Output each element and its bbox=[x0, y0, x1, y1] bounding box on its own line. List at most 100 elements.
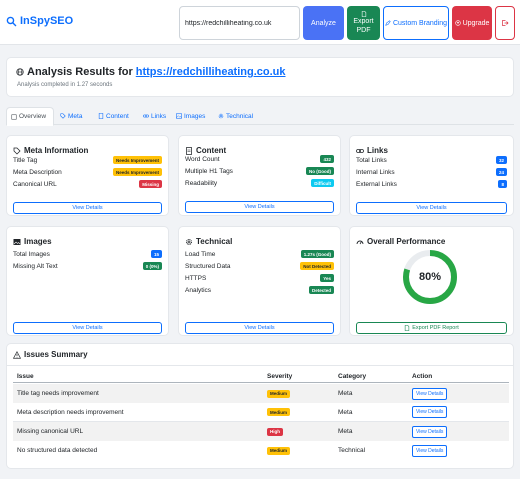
tab-meta[interactable]: Meta bbox=[56, 107, 86, 125]
category-text: Meta bbox=[338, 428, 353, 435]
column-header: Category bbox=[338, 373, 367, 380]
view-details-button[interactable]: View Details bbox=[412, 406, 448, 418]
view-details-button[interactable]: View Details bbox=[356, 202, 507, 214]
brand-logo[interactable]: InSpySEO bbox=[6, 15, 73, 27]
issue-text: No structured data detected bbox=[17, 447, 98, 454]
row-label: Load Time bbox=[185, 250, 216, 258]
category-text: Meta bbox=[338, 390, 353, 397]
logout-icon bbox=[502, 20, 509, 26]
row-label: Multiple H1 Tags bbox=[185, 167, 233, 175]
status-badge: 432 bbox=[320, 155, 334, 163]
divider bbox=[7, 365, 513, 366]
status-badge: Needs Improvement bbox=[112, 156, 162, 164]
card-title-text: Images bbox=[24, 237, 52, 246]
logout-button[interactable] bbox=[495, 6, 515, 40]
status-badge: No (Good) bbox=[306, 167, 334, 175]
row-label: Title Tag bbox=[13, 156, 38, 164]
analyze-button[interactable]: Analyze bbox=[303, 6, 344, 40]
severity-badge: Medium bbox=[267, 408, 291, 416]
view-details-button[interactable]: View Details bbox=[13, 202, 162, 214]
row-label: Total Links bbox=[356, 156, 387, 164]
technical-card: Technical Load Time 1.27s (Good) Structur… bbox=[178, 226, 341, 336]
gear-icon bbox=[218, 113, 224, 119]
export-pdf-label-1: Export bbox=[353, 18, 374, 25]
row-label: Structured Data bbox=[185, 262, 231, 270]
gear-icon bbox=[186, 238, 192, 245]
content-row-h1: Multiple H1 Tags No (Good) bbox=[185, 166, 334, 176]
row-label: Missing Alt Text bbox=[13, 262, 58, 270]
column-header: Severity bbox=[267, 373, 293, 380]
title-prefix: Analysis Results for bbox=[27, 66, 133, 78]
view-details-button[interactable]: View Details bbox=[185, 322, 334, 334]
view-details-button[interactable]: View Details bbox=[412, 387, 448, 400]
analyzed-url-link[interactable]: https://redchilliheating.co.uk bbox=[136, 66, 286, 78]
tab-label: Links bbox=[151, 112, 167, 120]
row-label: External Links bbox=[356, 180, 397, 188]
technical-row-analytics: Analytics Detected bbox=[185, 285, 334, 295]
view-details-button[interactable]: View Details bbox=[13, 322, 162, 334]
performance-score: 80% bbox=[418, 271, 442, 283]
status-badge: Detected bbox=[308, 286, 334, 294]
url-input[interactable] bbox=[179, 6, 300, 40]
card-title: Meta Information bbox=[13, 146, 88, 155]
card-title: Issues Summary bbox=[13, 350, 88, 359]
gauge-icon bbox=[356, 240, 364, 244]
card-title-text: Technical bbox=[196, 237, 233, 246]
arrow-up-circle-icon bbox=[454, 20, 461, 26]
row-label: Meta Description bbox=[13, 168, 62, 176]
links-row-external: External Links 8 bbox=[356, 179, 507, 189]
content-card: Content Word Count 432 Multiple H1 Tags No… bbox=[178, 135, 341, 216]
tab-label: Meta bbox=[68, 112, 83, 120]
status-badge: Difficult bbox=[311, 179, 334, 187]
images-row-missing-alt: Missing Alt Text 0 (0%) bbox=[13, 261, 162, 271]
status-badge: Needs Improvement bbox=[112, 168, 162, 176]
status-badge: 1.27s (Good) bbox=[300, 250, 334, 258]
top-header: InSpySEO Analyze Export PDF Custom Brand… bbox=[0, 0, 520, 45]
tab-label: Images bbox=[184, 112, 206, 120]
severity-badge: Medium bbox=[267, 446, 291, 455]
image-icon bbox=[13, 238, 21, 245]
view-details-button[interactable]: View Details bbox=[185, 201, 334, 213]
count-badge: 24 bbox=[495, 168, 507, 176]
links-card: Links Total Links 32 Internal Links 24 Ext… bbox=[349, 135, 514, 216]
results-header-card: Analysis Results for https://redchillihe… bbox=[6, 57, 514, 97]
row-label: Internal Links bbox=[356, 168, 395, 176]
technical-row-https: HTTPS Yes bbox=[185, 273, 334, 283]
view-details-button[interactable]: View Details bbox=[412, 425, 448, 438]
tab-links[interactable]: Links bbox=[139, 107, 170, 125]
tab-label: Content bbox=[106, 112, 129, 120]
card-title-text: Issues Summary bbox=[24, 350, 88, 359]
severity-badge: Medium bbox=[267, 389, 291, 398]
tab-images[interactable]: Images bbox=[172, 107, 209, 125]
links-row-internal: Internal Links 24 bbox=[356, 167, 507, 177]
status-badge: 0 (0%) bbox=[142, 262, 162, 270]
meta-information-card: Meta Information Title Tag Needs Improvem… bbox=[6, 135, 169, 216]
export-pdf-report-label: Export PDF Report bbox=[412, 325, 459, 331]
analysis-time: Analysis completed in 1.27 seconds bbox=[17, 82, 113, 88]
count-badge: 15 bbox=[150, 250, 162, 258]
card-title: Technical bbox=[185, 237, 232, 246]
brand-name: InSpySEO bbox=[20, 15, 74, 27]
export-pdf-report-button[interactable]: Export PDF Report bbox=[356, 322, 507, 334]
tab-overview[interactable]: Overview bbox=[6, 107, 54, 126]
speedometer-icon bbox=[11, 113, 17, 120]
category-text: Technical bbox=[338, 447, 366, 454]
status-badge: Yes bbox=[320, 274, 334, 282]
view-details-button[interactable]: View Details bbox=[412, 444, 448, 457]
tab-technical[interactable]: Technical bbox=[214, 107, 257, 125]
upgrade-button[interactable]: Upgrade bbox=[452, 6, 492, 40]
content-row-word-count: Word Count 432 bbox=[185, 154, 334, 164]
tab-label: Overview bbox=[19, 113, 47, 120]
tab-label: Technical bbox=[226, 112, 254, 120]
link-icon bbox=[143, 114, 149, 118]
tab-content[interactable]: Content bbox=[94, 107, 133, 125]
custom-branding-button[interactable]: Custom Branding bbox=[383, 6, 449, 40]
count-badge: 32 bbox=[495, 156, 507, 164]
export-pdf-button[interactable]: Export PDF bbox=[347, 6, 380, 40]
table-header: Issue Severity Category Action bbox=[13, 371, 509, 383]
overall-performance-card: Overall Performance 80% Export PDF Repor… bbox=[349, 226, 514, 336]
technical-row-structured-data: Structured Data Not Detected bbox=[185, 261, 334, 271]
status-badge: Missing bbox=[139, 180, 162, 188]
export-pdf-label-2: PDF bbox=[356, 27, 371, 34]
table-row: Missing canonical URL High Meta View Det… bbox=[13, 422, 509, 441]
